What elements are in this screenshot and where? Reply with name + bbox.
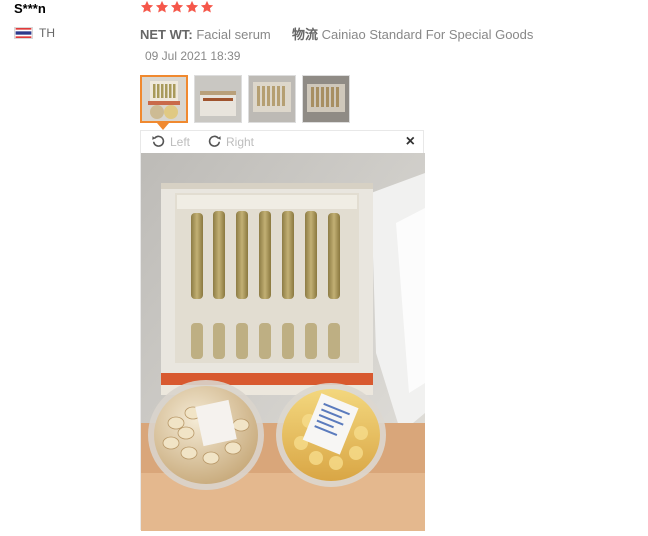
thumbnail-image bbox=[142, 77, 186, 121]
net-wt-value: Facial serum bbox=[196, 27, 271, 42]
reviewer-name: S***n bbox=[14, 1, 46, 16]
star-icon bbox=[155, 0, 169, 13]
rotate-left-button[interactable]: Left bbox=[151, 134, 190, 149]
active-thumbnail-pointer bbox=[157, 123, 169, 130]
shipping-value: Cainiao Standard For Special Goods bbox=[321, 27, 534, 42]
thumbnail-1[interactable] bbox=[140, 75, 188, 123]
star-icon bbox=[200, 0, 214, 13]
rotate-right-icon bbox=[208, 135, 221, 147]
rotate-right-button[interactable]: Right bbox=[207, 134, 254, 149]
reviewer-country: TH bbox=[14, 26, 55, 40]
thailand-flag-icon bbox=[14, 27, 33, 39]
review-date: 09 Jul 2021 18:39 bbox=[145, 49, 241, 63]
star-icon bbox=[185, 0, 199, 13]
thumbnail-strip bbox=[140, 75, 350, 123]
thumbnail-image bbox=[249, 76, 295, 122]
star-rating bbox=[140, 0, 214, 14]
shipping-label: 物流 bbox=[292, 27, 319, 42]
star-icon bbox=[140, 0, 154, 13]
thumbnail-2[interactable] bbox=[194, 75, 242, 123]
thumbnail-image bbox=[303, 76, 349, 122]
rotate-left-label: Left bbox=[170, 134, 191, 149]
thumbnail-4[interactable] bbox=[302, 75, 350, 123]
close-icon[interactable]: × bbox=[406, 133, 415, 151]
rotate-left-icon bbox=[152, 135, 165, 147]
thumbnail-3[interactable] bbox=[248, 75, 296, 123]
star-icon bbox=[170, 0, 184, 13]
image-viewer: Left Right × bbox=[140, 130, 425, 531]
review-meta: NET WT: Facial serum 物流 Cainiao Standard… bbox=[140, 24, 533, 43]
review-photo bbox=[141, 153, 425, 531]
country-code: TH bbox=[39, 26, 55, 40]
viewer-toolbar: Left Right × bbox=[141, 131, 425, 153]
net-wt-label: NET WT: bbox=[140, 27, 193, 42]
thumbnail-image bbox=[195, 76, 241, 122]
rotate-right-label: Right bbox=[226, 134, 255, 149]
